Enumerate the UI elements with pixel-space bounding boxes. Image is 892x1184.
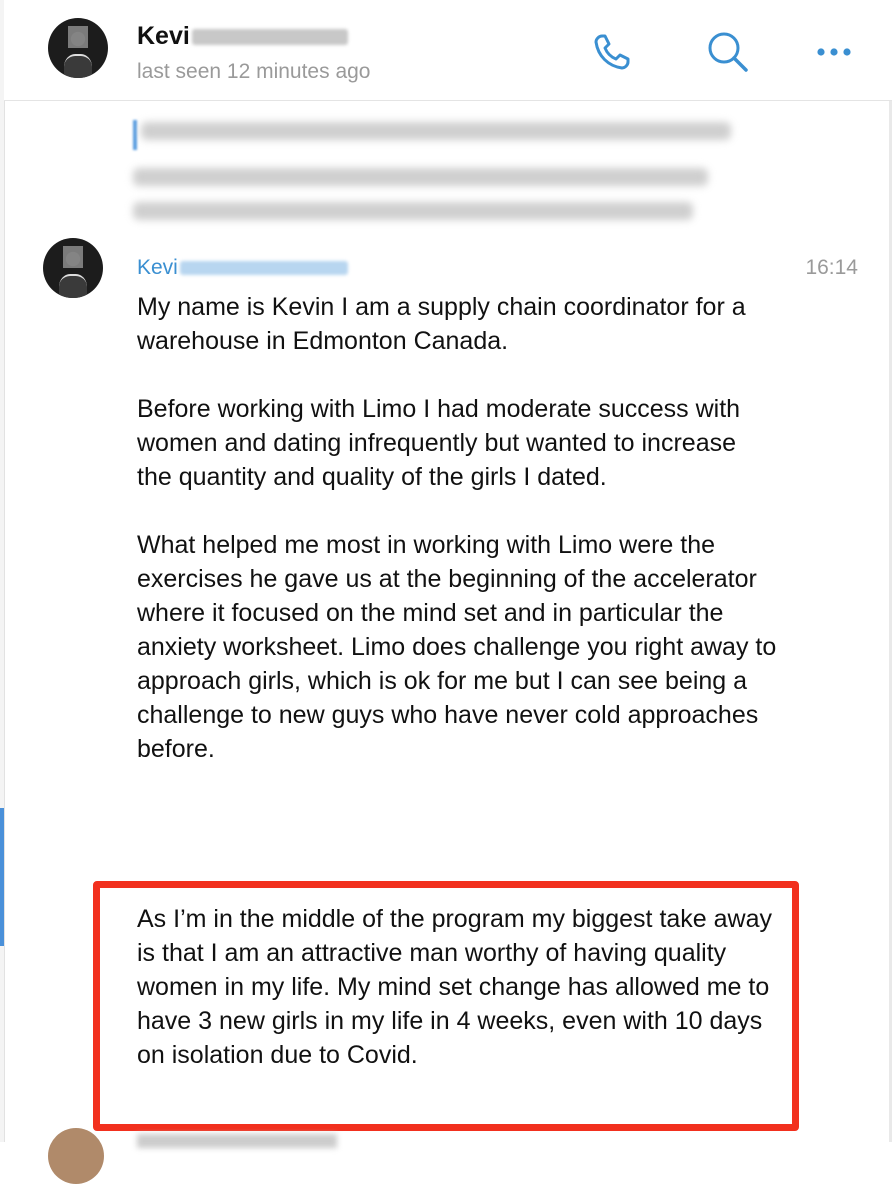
message-body: My name is Kevin I am a supply chain coo… [137,290,777,766]
chat-header: Kevi last seen 12 minutes ago [4,0,892,101]
message-paragraph: Before working with Limo I had moderate … [137,395,741,491]
left-panel-accent [0,808,4,946]
contact-name[interactable]: Kevi [137,22,348,51]
highlighted-paragraph: As I’m in the middle of the program my b… [137,905,773,1069]
last-seen-status: last seen 12 minutes ago [137,60,371,83]
phone-icon[interactable] [588,28,636,76]
next-sender-blurred [137,1134,337,1148]
message-paragraph: What helped me most in working with Limo… [137,531,777,763]
message-sender[interactable]: Kevi [137,256,348,280]
message-time: 16:14 [805,256,858,279]
sender-avatar[interactable] [43,238,103,298]
left-panel-edge [0,0,5,1142]
more-icon[interactable] [810,28,858,76]
redacted-sender [179,261,348,276]
search-icon[interactable] [704,28,752,76]
redacted-name [191,29,348,46]
next-sender-avatar[interactable] [48,1128,104,1184]
message-paragraph: My name is Kevin I am a supply chain coo… [137,293,746,355]
contact-avatar[interactable] [48,18,108,78]
